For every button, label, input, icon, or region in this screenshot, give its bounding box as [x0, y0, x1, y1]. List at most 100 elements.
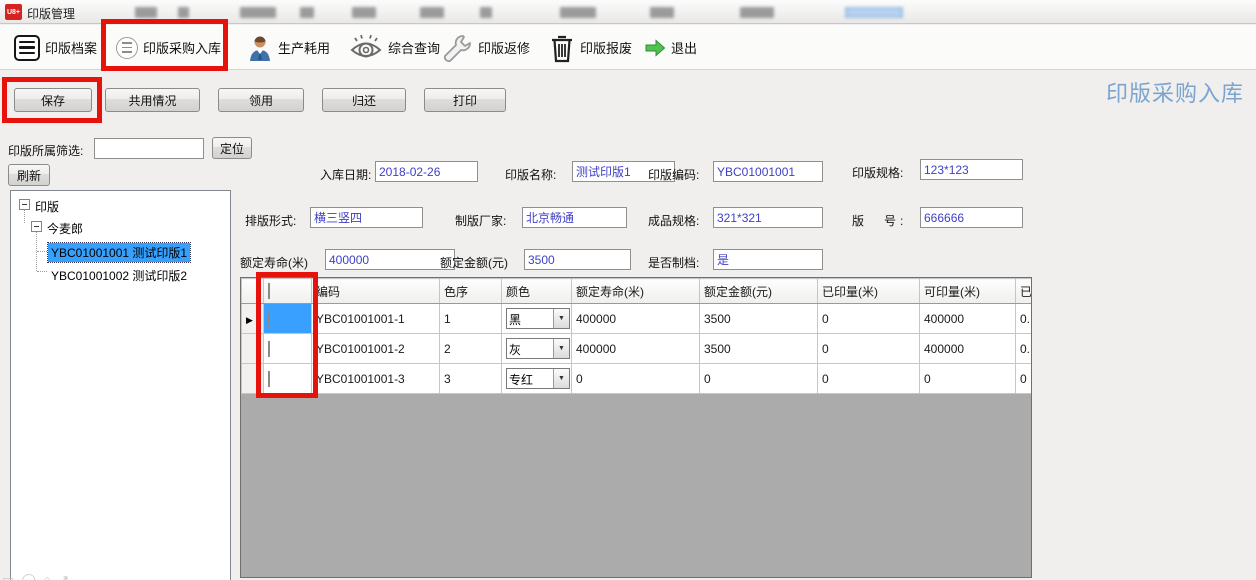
cell-color-seq[interactable]: 2	[440, 334, 502, 364]
color-dropdown[interactable]: 灰 ▼	[506, 338, 570, 359]
cell-code[interactable]: YBC01001001-3	[312, 364, 440, 394]
inbound-date-label: 入库日期:	[320, 166, 371, 183]
cell-rated-amount[interactable]: 3500	[700, 304, 818, 334]
inbound-date-input[interactable]	[375, 161, 478, 182]
tree-expand-root[interactable]	[19, 199, 30, 210]
color-dropdown[interactable]: 黑 ▼	[506, 308, 570, 329]
product-spec-input[interactable]	[713, 207, 823, 228]
plate-maker-input[interactable]	[522, 207, 627, 228]
print-button[interactable]: 打印	[424, 88, 506, 112]
toolbar-item-comprehensive-query[interactable]: 综合查询	[345, 25, 444, 70]
grid-header-code[interactable]: 编码	[312, 279, 440, 304]
plate-spec-input[interactable]	[920, 159, 1023, 180]
page-title: 印版采购入库	[1106, 76, 1244, 108]
cell-printable[interactable]: 400000	[920, 334, 1016, 364]
cell-rated-life[interactable]: 400000	[572, 304, 700, 334]
redacted-menu-item	[352, 7, 376, 18]
toolbar-item-plate-purchase-inbound[interactable]: 印版采购入库	[112, 25, 225, 70]
cell-rated-amount[interactable]: 0	[700, 364, 818, 394]
rated-life-input[interactable]	[325, 249, 455, 270]
row-checkbox[interactable]	[268, 311, 270, 327]
select-all-checkbox[interactable]	[268, 283, 270, 299]
person-icon	[247, 34, 273, 62]
draw-button[interactable]: 领用	[218, 88, 304, 112]
redacted-menu-item	[178, 7, 189, 18]
product-spec-label: 成品规格:	[648, 212, 699, 229]
plate-number-label: 版 号:	[852, 212, 907, 229]
cell-printed[interactable]: 0	[818, 364, 920, 394]
grid-select-all-header[interactable]	[264, 279, 312, 304]
cell-code[interactable]: YBC01001001-1	[312, 304, 440, 334]
redacted-menu-item-active	[845, 7, 903, 18]
tree-node-group[interactable]: 今麦郎	[47, 220, 83, 237]
shared-usage-button[interactable]: 共用情况	[105, 88, 200, 112]
toolbar-item-production-consumption[interactable]: 生产耗用	[243, 25, 334, 70]
grid-header-rated-amount[interactable]: 额定金额(元)	[700, 279, 818, 304]
grid-header-printed[interactable]: 已印量(米)	[818, 279, 920, 304]
tree-node-root[interactable]: 印版	[35, 198, 59, 215]
row-checkbox[interactable]	[268, 371, 270, 387]
locate-button[interactable]: 定位	[212, 137, 252, 159]
layout-form-input[interactable]	[310, 207, 423, 228]
refresh-button[interactable]: 刷新	[8, 164, 50, 186]
tree-expand-group[interactable]	[31, 221, 42, 232]
plate-filter-input[interactable]	[94, 138, 204, 159]
grid-header-rated-life[interactable]: 额定寿命(米)	[572, 279, 700, 304]
grid-row-1[interactable]: ▶ YBC01001001-1 1 黑 ▼ 400000 3500 0 4000…	[242, 304, 1033, 334]
grid-header-clipped[interactable]: 已	[1016, 279, 1033, 304]
cell-code[interactable]: YBC01001001-2	[312, 334, 440, 364]
redacted-menu-item	[420, 7, 444, 18]
color-detail-grid: 编码 色序 颜色 额定寿命(米) 额定金额(元) 已印量(米) 可印量(米) 已…	[240, 277, 1032, 578]
chevron-down-icon[interactable]: ▼	[553, 309, 569, 328]
row-1-checkbox-cell[interactable]	[264, 304, 312, 334]
tree-node-plate-1[interactable]: YBC01001001 测试印版1	[48, 243, 190, 262]
cell-printed[interactable]: 0	[818, 334, 920, 364]
cell-color-seq[interactable]: 1	[440, 304, 502, 334]
grid-row-3[interactable]: YBC01001001-3 3 专红 ▼ 0 0 0 0 0	[242, 364, 1033, 394]
grid-header-color[interactable]: 颜色	[502, 279, 572, 304]
plate-code-label: 印版编码:	[648, 166, 699, 183]
chevron-down-icon[interactable]: ▼	[553, 339, 569, 358]
row-checkbox[interactable]	[268, 341, 270, 357]
cell-printed[interactable]: 0	[818, 304, 920, 334]
chevron-down-icon[interactable]: ▼	[553, 369, 569, 388]
toolbar-item-exit[interactable]: 退出	[640, 25, 701, 70]
cell-color-combo[interactable]: 灰 ▼	[502, 334, 572, 364]
plate-code-input[interactable]	[713, 161, 823, 182]
return-button[interactable]: 归还	[322, 88, 406, 112]
cell-clipped[interactable]: 0.	[1016, 334, 1033, 364]
grid-row-2[interactable]: YBC01001001-2 2 灰 ▼ 400000 3500 0 400000…	[242, 334, 1033, 364]
cell-rated-amount[interactable]: 3500	[700, 334, 818, 364]
toolbar-item-plate-archive[interactable]: 印版档案	[10, 25, 101, 70]
plate-spec-label: 印版规格:	[852, 164, 903, 181]
row-2-checkbox-cell[interactable]	[264, 334, 312, 364]
cell-clipped[interactable]: 0.	[1016, 304, 1033, 334]
menu-square-icon	[14, 35, 40, 61]
grid-header-color-seq[interactable]: 色序	[440, 279, 502, 304]
rated-amount-input[interactable]	[524, 249, 631, 270]
toolbar-item-plate-repair[interactable]: 印版返修	[437, 25, 534, 70]
is-archived-label: 是否制档:	[648, 254, 699, 271]
cell-clipped[interactable]: 0	[1016, 364, 1033, 394]
cell-color-seq[interactable]: 3	[440, 364, 502, 394]
redacted-menu-item	[560, 7, 596, 18]
row-3-checkbox-cell[interactable]	[264, 364, 312, 394]
is-archived-input[interactable]	[713, 249, 823, 270]
cell-printable[interactable]: 400000	[920, 304, 1016, 334]
layout-form-label: 排版形式:	[245, 212, 296, 229]
tree-node-plate-2[interactable]: YBC01001002 测试印版2	[51, 267, 187, 284]
redacted-menu-item	[240, 7, 276, 18]
cell-color-combo[interactable]: 黑 ▼	[502, 304, 572, 334]
app-logo: U8+	[5, 4, 22, 20]
cell-color-combo[interactable]: 专红 ▼	[502, 364, 572, 394]
color-dropdown[interactable]: 专红 ▼	[506, 368, 570, 389]
menu-circle-icon	[116, 37, 138, 59]
plate-number-input[interactable]	[920, 207, 1023, 228]
plate-maker-label: 制版厂家:	[455, 212, 506, 229]
save-button[interactable]: 保存	[14, 88, 92, 112]
toolbar-item-plate-scrap[interactable]: 印版报废	[545, 25, 636, 70]
cell-printable[interactable]: 0	[920, 364, 1016, 394]
grid-header-printable[interactable]: 可印量(米)	[920, 279, 1016, 304]
cell-rated-life[interactable]: 0	[572, 364, 700, 394]
cell-rated-life[interactable]: 400000	[572, 334, 700, 364]
